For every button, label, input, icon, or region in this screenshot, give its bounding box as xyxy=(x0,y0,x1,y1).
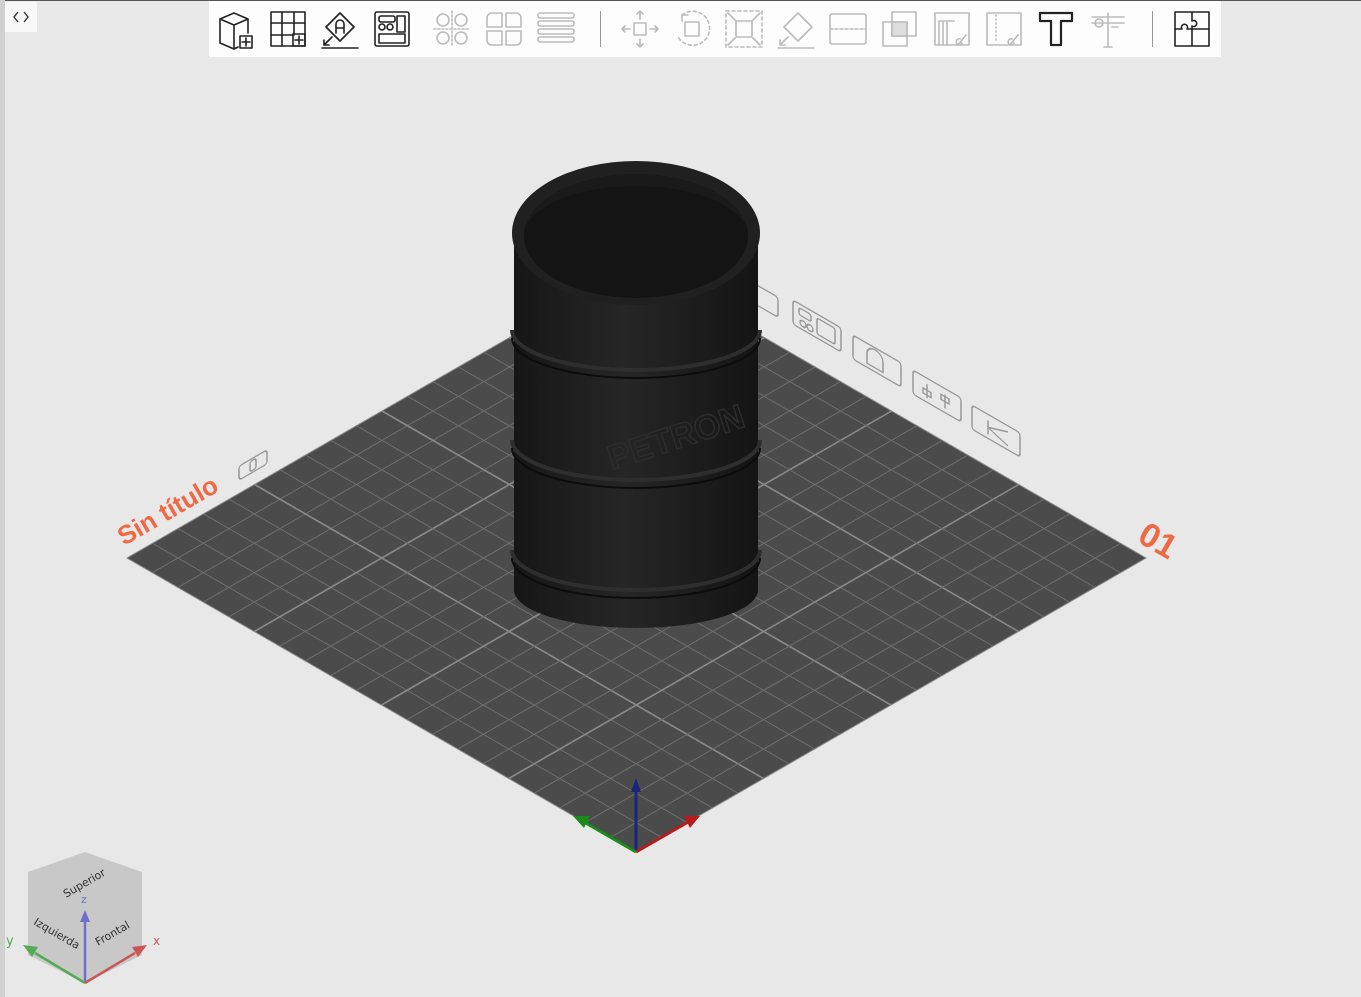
code-brackets-icon xyxy=(13,11,29,23)
paint-stripes-icon xyxy=(934,12,970,46)
grid-plus-icon xyxy=(270,11,306,47)
rotate-icon xyxy=(677,10,711,47)
layout-button[interactable] xyxy=(370,7,414,51)
rows-icon xyxy=(537,12,575,43)
text-button[interactable] xyxy=(1034,7,1078,51)
place-on-face-button[interactable] xyxy=(774,7,818,51)
split-icon xyxy=(829,13,867,45)
scale-icon xyxy=(725,10,763,48)
paint-dots-button[interactable] xyxy=(982,7,1026,51)
add-shape-button[interactable] xyxy=(214,7,258,51)
viewport-3d[interactable]: Sin título 01 PETRON Superior Izquierda … xyxy=(0,0,1361,997)
toolbar-separator xyxy=(600,11,601,47)
caliper-icon xyxy=(1091,12,1125,48)
barrel-model[interactable]: PETRON xyxy=(510,161,762,628)
paint-dots-icon xyxy=(986,12,1022,46)
diamond-arrow-icon xyxy=(777,12,815,49)
axis-y-label: y xyxy=(6,934,14,949)
sidebar-toggle-button[interactable] xyxy=(5,2,37,32)
paint-stripes-button[interactable] xyxy=(930,7,974,51)
axis-x-label: x xyxy=(153,934,160,948)
puzzle-icon xyxy=(1174,11,1210,47)
add-grid-button[interactable] xyxy=(266,7,310,51)
toolbar-separator xyxy=(1152,11,1153,47)
main-toolbar xyxy=(209,1,1221,57)
mirror-circles-button[interactable] xyxy=(430,7,474,51)
text-t-icon xyxy=(1038,11,1074,47)
view-cube[interactable]: Superior Izquierda Frontal z x y xyxy=(6,852,160,985)
place-text-button[interactable] xyxy=(318,7,362,51)
layout-icon xyxy=(374,11,410,47)
move-icon xyxy=(621,10,659,48)
circles-icon xyxy=(433,10,471,48)
cube-plus-icon xyxy=(219,12,253,50)
axis-z-label: z xyxy=(81,893,87,906)
mirror-icon xyxy=(486,12,522,46)
intersect-icon xyxy=(882,11,917,47)
puzzle-button[interactable] xyxy=(1170,7,1214,51)
intersect-button[interactable] xyxy=(878,7,922,51)
move-button[interactable] xyxy=(618,7,662,51)
caliper-button[interactable] xyxy=(1086,7,1130,51)
list-button[interactable] xyxy=(534,7,578,51)
rotate-button[interactable] xyxy=(670,7,714,51)
scale-button[interactable] xyxy=(722,7,766,51)
mirror-shapes-button[interactable] xyxy=(482,7,526,51)
split-button[interactable] xyxy=(826,7,870,51)
diamond-a-icon xyxy=(321,12,359,49)
